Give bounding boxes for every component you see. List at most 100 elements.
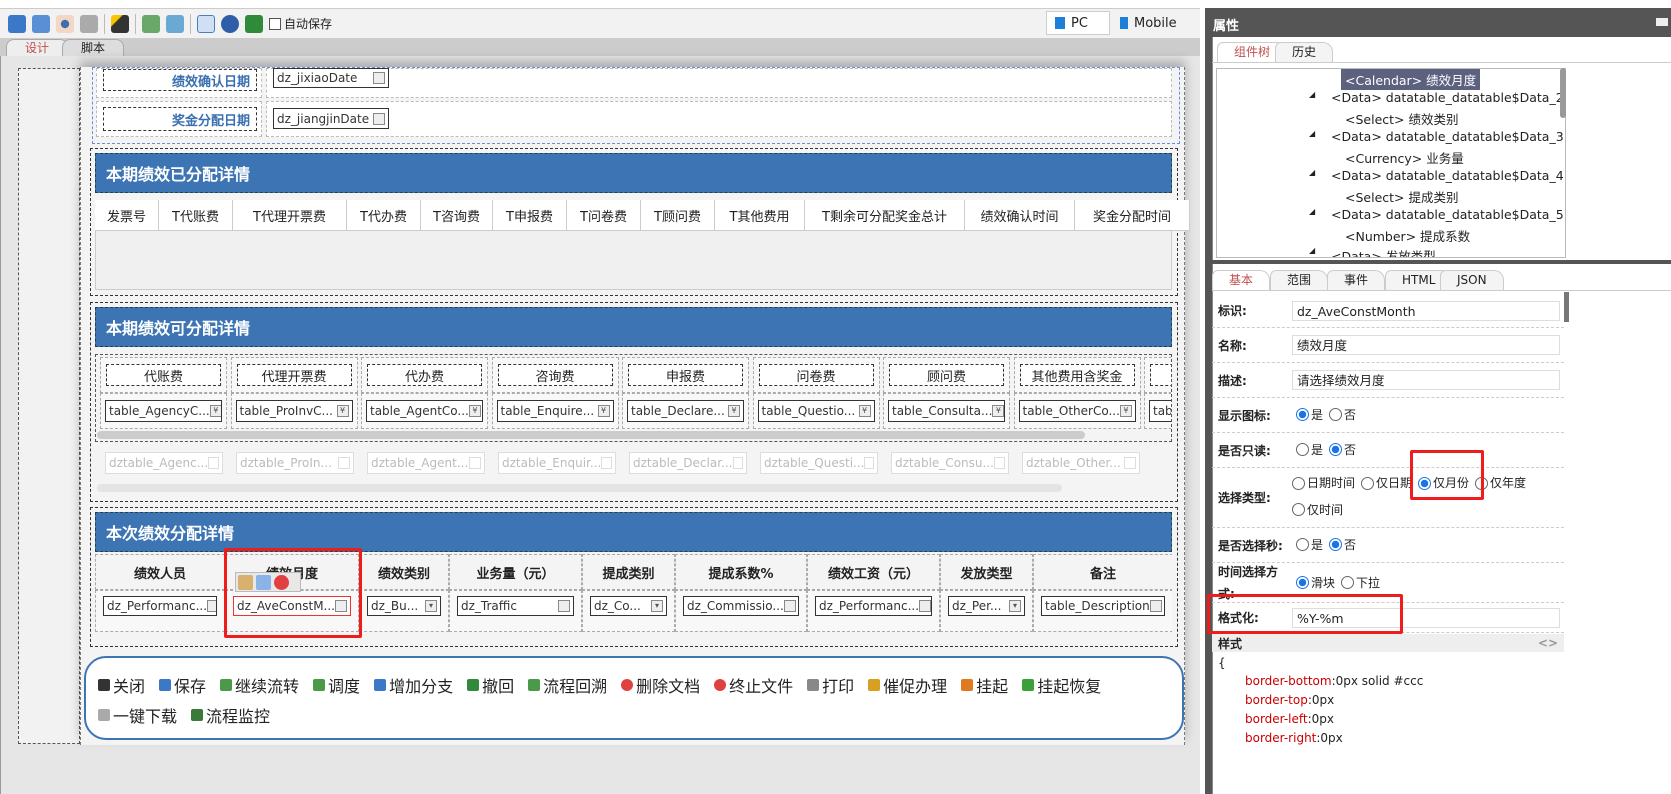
move-icon[interactable]	[238, 575, 253, 590]
tree-node[interactable]: <Select> 提成类别	[1341, 186, 1462, 207]
time-mode-slider-radio[interactable]: 滑块	[1296, 574, 1335, 591]
prop-tab-json[interactable]: JSON	[1440, 270, 1504, 290]
expand-toggle-icon[interactable]: ◢	[1309, 168, 1315, 177]
currency-icon[interactable]	[919, 600, 931, 612]
terminate-button[interactable]: 终止文件	[714, 674, 793, 696]
tab-script[interactable]: 脚本	[62, 39, 125, 56]
save-button[interactable]: 保存	[159, 674, 206, 696]
format-input[interactable]: %Y-%m	[1292, 607, 1560, 628]
fee-input[interactable]: table_OtherCo... ¥	[1018, 400, 1136, 422]
desc-input[interactable]: 请选择绩效月度	[1292, 370, 1560, 390]
select-type-radio[interactable]: 仅时间	[1292, 498, 1343, 522]
continue-flow-button[interactable]: 继续流转	[220, 674, 299, 696]
copy-icon[interactable]	[256, 575, 271, 590]
prop-tab-范围[interactable]: 范围	[1270, 270, 1329, 290]
tree-node[interactable]: <Data> datatable_datatable$Data_4	[1327, 167, 1565, 184]
select-type-radio[interactable]: 仅月份	[1418, 471, 1469, 495]
field-input[interactable]: dz_Performanc...	[815, 596, 932, 616]
expand-toggle-icon[interactable]: ◢	[1309, 246, 1315, 255]
currency-icon[interactable]	[558, 600, 570, 612]
tree-node[interactable]: <Data> datatable_datatable$Data_5	[1327, 206, 1565, 223]
field-input[interactable]: table_Description	[1041, 596, 1165, 616]
autosave-checkbox[interactable]: 自动保存	[269, 15, 332, 32]
time-mode-dropdown-radio[interactable]: 下拉	[1341, 574, 1380, 591]
delete-doc-button[interactable]: 删除文档	[621, 674, 700, 696]
export-dropdown-icon[interactable]	[166, 14, 184, 33]
print-icon[interactable]	[80, 14, 98, 33]
close-button[interactable]: 关闭	[98, 674, 145, 696]
field-input[interactable]: dz_Per... ▾	[948, 596, 1025, 616]
expand-toggle-icon[interactable]: ◢	[1309, 207, 1315, 216]
fee-input[interactable]: table_AgencyC... ¥	[105, 400, 222, 422]
dropdown-icon[interactable]: ▾	[651, 600, 663, 612]
delete-icon[interactable]	[274, 575, 289, 590]
tree-node[interactable]: <Select> 绩效类别	[1341, 108, 1462, 129]
prop-tab-事件[interactable]: 事件	[1327, 270, 1386, 290]
seconds-yes-radio[interactable]: 是	[1296, 536, 1323, 553]
tree-node[interactable]: <Data> datatable_datatable$Data_3	[1327, 128, 1565, 145]
tree-scrollbar[interactable]	[1560, 68, 1566, 118]
calendar-icon[interactable]	[373, 72, 385, 84]
help-icon[interactable]	[221, 14, 239, 33]
magic-wand-icon[interactable]	[111, 14, 129, 33]
tree-node[interactable]: <Calendar> 绩效月度	[1341, 69, 1481, 90]
save-as-icon[interactable]	[32, 14, 50, 33]
calendar-icon[interactable]	[335, 600, 347, 612]
resume-button[interactable]: 挂起恢复	[1022, 674, 1101, 696]
import-icon[interactable]	[142, 14, 160, 33]
minimize-icon[interactable]	[1656, 18, 1668, 26]
field-input[interactable]: dz_Performanc...	[103, 596, 217, 616]
tree-node[interactable]: <Currency> 业务量	[1341, 147, 1468, 168]
prop-tab-基本[interactable]: 基本	[1212, 270, 1271, 290]
fee-input[interactable]: table_Consulta... ¥	[888, 400, 1005, 422]
withdraw-button[interactable]: 撤回	[467, 674, 514, 696]
suspend-button[interactable]: 挂起	[961, 674, 1008, 696]
show-icon-no-radio[interactable]: 否	[1329, 406, 1356, 423]
list-icon[interactable]	[197, 14, 215, 33]
horizontal-scrollbar-2[interactable]	[97, 484, 1062, 492]
splitter[interactable]	[1212, 260, 1671, 264]
fee-input[interactable]: table_Declare... ¥	[627, 400, 744, 422]
pc-mode-button[interactable]: PC	[1046, 11, 1110, 35]
dropdown-icon[interactable]: ▾	[1009, 600, 1021, 612]
tree-node[interactable]: <Data> datatable_datatable$Data_2	[1327, 89, 1565, 106]
expand-toggle-icon[interactable]: ◢	[1309, 129, 1315, 138]
edit-icon[interactable]	[1149, 600, 1162, 612]
horizontal-scrollbar[interactable]	[97, 431, 1085, 439]
dropdown-icon[interactable]: ▾	[425, 600, 437, 612]
seconds-no-radio[interactable]: 否	[1329, 536, 1356, 553]
save-icon[interactable]	[8, 14, 26, 33]
tree-node[interactable]: <Data> 发放类型	[1327, 245, 1440, 258]
field-input[interactable]: dz_Traffic	[457, 596, 574, 616]
props-scrollbar[interactable]	[1564, 292, 1569, 322]
field-input[interactable]: dz_Commissio...	[683, 596, 799, 616]
readonly-yes-radio[interactable]: 是	[1296, 441, 1323, 458]
select-type-radio[interactable]: 仅年度	[1475, 471, 1526, 495]
fee-input[interactable]: table_Enquire... ¥	[496, 400, 614, 422]
jixiao-date-input[interactable]: dz_jixiaoDate	[273, 68, 389, 88]
readonly-no-radio[interactable]: 否	[1329, 441, 1356, 458]
flow-trace-button[interactable]: 流程回溯	[528, 674, 607, 696]
calendar-icon[interactable]	[373, 112, 385, 125]
preview-eye-icon[interactable]	[56, 14, 74, 33]
fee-input[interactable]: table_ProInvC... ¥	[235, 400, 353, 422]
dispatch-button[interactable]: 调度	[313, 674, 360, 696]
field-input[interactable]: dz_AveConstM...	[233, 596, 351, 616]
person-icon[interactable]	[207, 600, 216, 612]
layers-icon[interactable]	[245, 14, 263, 33]
id-input[interactable]: dz_AveConstMonth	[1292, 300, 1560, 321]
fee-input[interactable]: table¥	[1149, 400, 1171, 422]
fee-input[interactable]: table_AgentCo... ¥	[366, 400, 483, 422]
add-branch-button[interactable]: 增加分支	[374, 674, 453, 696]
select-type-radio[interactable]: 仅日期	[1361, 471, 1412, 495]
urge-button[interactable]: 催促办理	[868, 674, 947, 696]
download-button[interactable]: 一键下载	[98, 704, 177, 726]
monitor-button[interactable]: 流程监控	[191, 704, 270, 726]
number-icon[interactable]	[783, 600, 796, 612]
tree-node[interactable]: <Number> 提成系数	[1341, 225, 1474, 246]
tab-history[interactable]: 历史	[1275, 42, 1334, 62]
tab-design[interactable]: 设计	[6, 39, 69, 56]
mobile-mode-button[interactable]: Mobile	[1112, 11, 1202, 35]
name-input[interactable]: 绩效月度	[1292, 335, 1560, 355]
print-button[interactable]: 打印	[807, 674, 854, 696]
